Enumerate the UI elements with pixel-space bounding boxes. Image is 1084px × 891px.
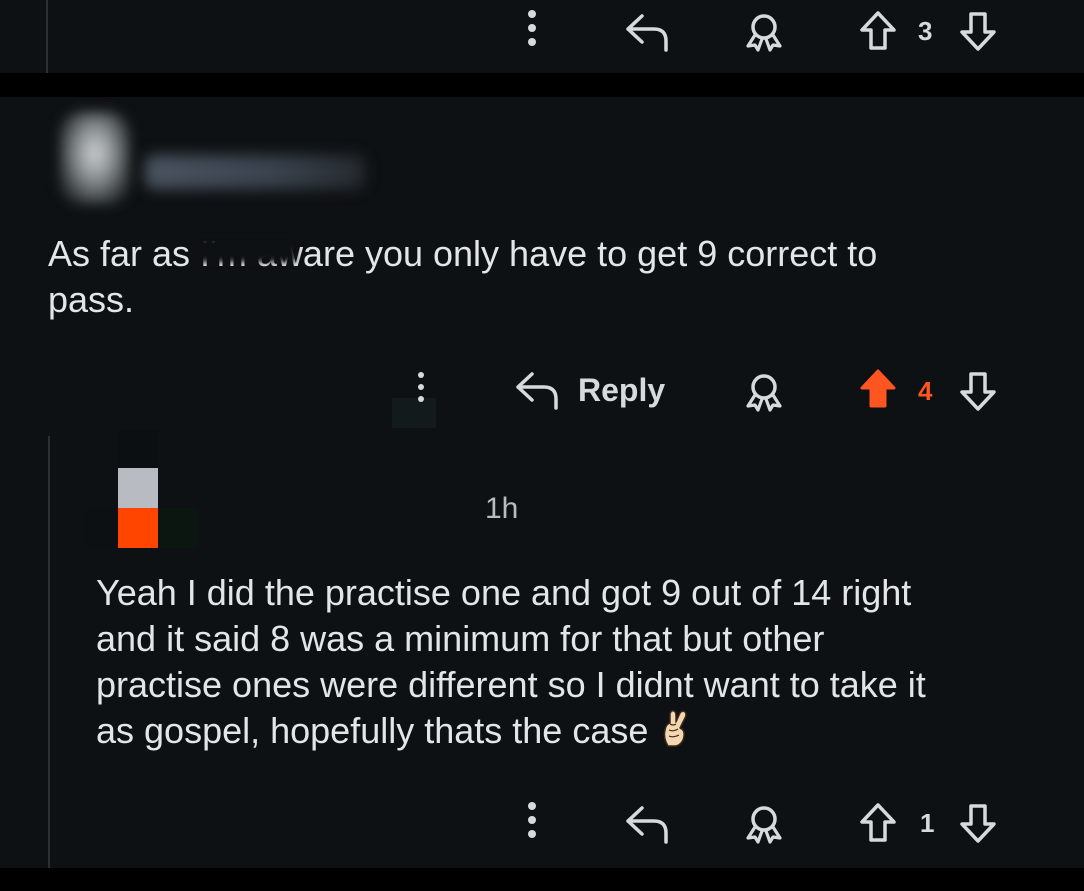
downvote-icon[interactable] <box>958 802 998 844</box>
award-icon[interactable] <box>742 12 786 52</box>
more-options-icon[interactable] <box>416 372 426 402</box>
more-options-icon[interactable] <box>527 802 537 838</box>
downvote-icon[interactable] <box>958 370 998 412</box>
reply-arrow-icon[interactable] <box>514 370 560 410</box>
comment-text-segment: as gospel, hopefully thats the case <box>96 710 649 752</box>
redaction-mark <box>392 398 436 428</box>
award-icon[interactable] <box>742 804 786 844</box>
comment-timestamp: 1h <box>485 492 519 525</box>
upvote-icon[interactable] <box>858 10 898 52</box>
comment-text-line: as gospel, hopefully thats the case <box>96 708 926 759</box>
reply-arrow-icon[interactable] <box>624 804 670 844</box>
comment-text-line: practise ones were different so I didnt … <box>96 664 926 705</box>
downvote-icon[interactable] <box>958 10 998 52</box>
avatar-backdrop <box>158 508 198 548</box>
action-bar-reply: 1 <box>0 794 1084 854</box>
previous-comment-footer: 3 <box>0 0 1084 73</box>
redaction-mark <box>196 238 296 262</box>
parent-comment-body: As far as I'm aware you only have to get… <box>48 231 877 323</box>
action-bar-parent: Reply 4 <box>0 362 1084 428</box>
vote-count: 3 <box>918 16 933 46</box>
reply-button[interactable]: Reply <box>578 374 665 406</box>
vote-count: 4 <box>918 376 933 406</box>
avatar[interactable] <box>60 112 130 204</box>
crossed-fingers-emoji <box>660 708 690 759</box>
upvote-icon[interactable] <box>858 802 898 844</box>
author-name-redacted <box>145 155 365 189</box>
more-options-icon[interactable] <box>527 10 537 46</box>
avatar-backdrop <box>118 430 158 468</box>
comment-text-line: pass. <box>48 279 135 320</box>
avatar-backdrop <box>86 508 118 548</box>
award-icon[interactable] <box>742 372 786 412</box>
reply-comment-body: Yeah I did the practise one and got 9 ou… <box>96 570 926 759</box>
action-bar-top: 3 <box>0 4 1084 64</box>
comment-text-line: Yeah I did the practise one and got 9 ou… <box>96 572 912 613</box>
vote-count: 1 <box>920 808 935 838</box>
reply-arrow-icon[interactable] <box>624 12 670 52</box>
avatar[interactable] <box>118 468 158 548</box>
comment-text-line: As far as I'm aware you only have to get… <box>48 233 878 274</box>
upvote-icon-active[interactable] <box>858 368 898 410</box>
comment-text-line: and it said 8 was a minimum for that but… <box>96 618 825 659</box>
